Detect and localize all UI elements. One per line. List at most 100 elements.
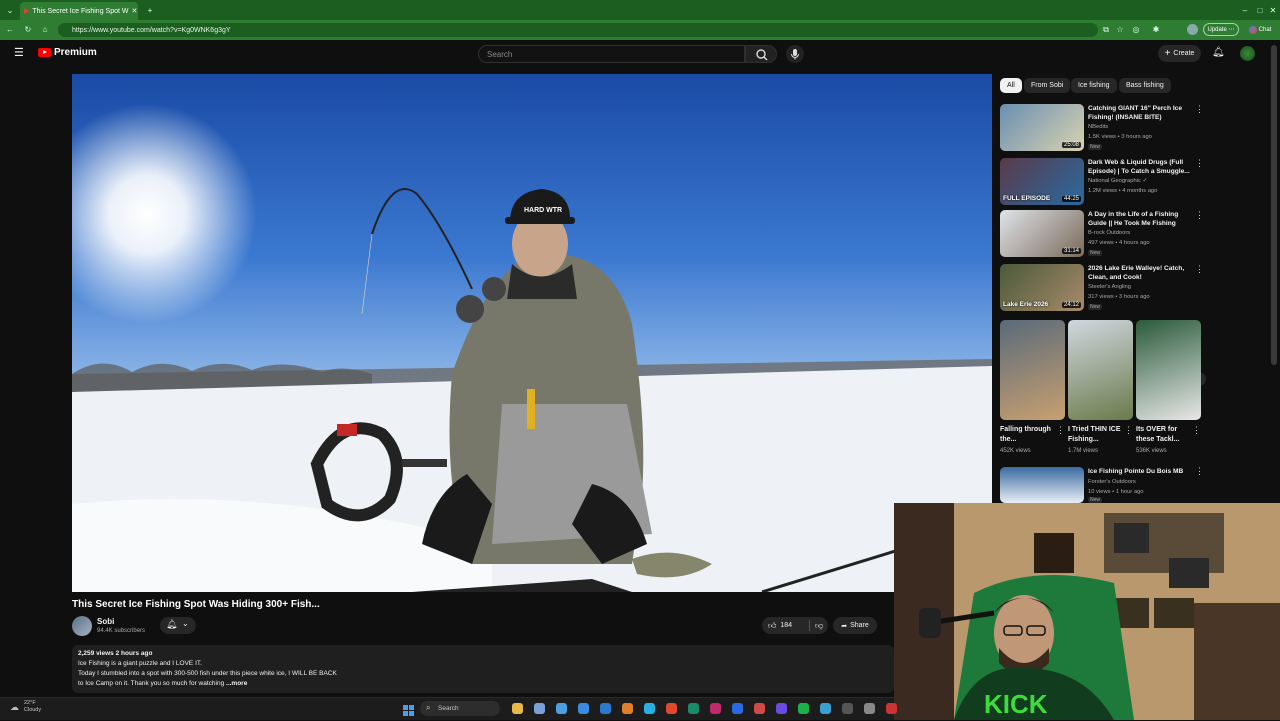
taskbar-app-icon[interactable]	[578, 703, 589, 714]
rec-title[interactable]: A Day in the Life of a Fishing Guide || …	[1088, 210, 1192, 228]
rec-channel[interactable]: NBedits	[1088, 123, 1108, 131]
taskbar-app-icon[interactable]	[534, 703, 545, 714]
rec-thumbnail[interactable]: 31:14	[1000, 210, 1084, 257]
taskbar-app-icon[interactable]	[842, 703, 853, 714]
taskbar-app-icon[interactable]	[666, 703, 677, 714]
last-rec-thumbnail[interactable]	[1000, 467, 1084, 503]
more-options-icon[interactable]: ⋮	[1195, 104, 1204, 115]
account-avatar[interactable]	[1240, 46, 1255, 61]
description-box[interactable]: 2,259 views 2 hours ago Ice Fishing is a…	[72, 645, 894, 693]
taskbar-app-icon[interactable]	[710, 703, 721, 714]
short-title[interactable]: Falling through the...	[1000, 425, 1056, 445]
rec-duration: 31:14	[1061, 248, 1081, 254]
channel-avatar[interactable]	[72, 616, 92, 636]
extension-icon[interactable]: ◎	[1130, 23, 1142, 36]
rec-title[interactable]: Catching GIANT 16" Perch Ice Fishing! (I…	[1088, 104, 1192, 122]
taskbar-app-icon[interactable]	[732, 703, 743, 714]
back-arrow-icon[interactable]: ←	[4, 23, 16, 36]
search-icon	[756, 49, 768, 61]
taskbar-app-icon[interactable]	[798, 703, 809, 714]
chip-all[interactable]: All	[1000, 78, 1022, 93]
short-thumbnail[interactable]	[1136, 320, 1201, 420]
rec-thumbnail[interactable]: 25:08	[1000, 104, 1084, 151]
bookmark-star-icon[interactable]: ☆	[1114, 23, 1126, 36]
rec-title[interactable]: 2026 Lake Erie Walleye! Catch, Clean, an…	[1088, 264, 1192, 282]
short-title[interactable]: I Tried THIN ICE Fishing...	[1068, 425, 1124, 445]
taskbar-app-icon[interactable]	[622, 703, 633, 714]
microphone	[919, 608, 941, 638]
minimize-icon[interactable]: –	[1238, 3, 1252, 17]
maximize-icon[interactable]: □	[1254, 3, 1266, 17]
puzzle-icon[interactable]: ✱	[1150, 23, 1162, 36]
more-options-icon[interactable]: ⋮	[1056, 425, 1065, 436]
short-thumbnail[interactable]	[1068, 320, 1133, 420]
chip-ice-fishing[interactable]: Ice fishing	[1071, 78, 1117, 93]
rec-thumbnail[interactable]: FULL EPISODE 44:25	[1000, 158, 1084, 205]
taskbar-app-icon[interactable]	[644, 703, 655, 714]
more-options-icon[interactable]: ⋮	[1195, 466, 1204, 477]
chat-button[interactable]: Chat	[1244, 23, 1276, 36]
channel-name[interactable]: Sobi	[97, 617, 114, 626]
webcam-overlay: KICK	[894, 503, 1280, 720]
extensions-icon[interactable]: ⧉	[1100, 23, 1112, 36]
reload-icon[interactable]: ↻	[22, 23, 34, 36]
weather-widget[interactable]: 22°F Cloudy	[24, 700, 41, 714]
taskbar-app-icon[interactable]	[886, 703, 897, 714]
rec-new-badge: New	[1088, 304, 1103, 310]
hamburger-menu-icon[interactable]: ☰	[14, 48, 26, 59]
last-rec-channel[interactable]: Forster's Outdoors	[1088, 478, 1136, 486]
windows-start-icon[interactable]	[403, 703, 414, 716]
rec-channel[interactable]: Steeler's Angling	[1088, 283, 1131, 291]
taskbar-app-icon[interactable]	[864, 703, 875, 714]
taskbar-search[interactable]: ⌕ Search	[420, 701, 500, 716]
more-options-icon[interactable]: ⋮	[1192, 425, 1201, 436]
home-icon[interactable]: ⌂	[39, 23, 51, 36]
video-player[interactable]: HARD WTR	[72, 74, 992, 592]
like-button[interactable]: 👍︎ 184 👎︎	[762, 617, 828, 634]
url-input[interactable]: https://www.youtube.com/watch?v=Kg0WNK6g…	[58, 23, 1098, 37]
browser-tab-active[interactable]: ▶ This Secret Ice Fishing Spot W ✕	[20, 2, 138, 20]
search-button[interactable]	[745, 45, 777, 63]
rec-channel[interactable]: B-rock Outdoors	[1088, 229, 1130, 237]
taskbar-app-icon[interactable]	[754, 703, 765, 714]
subscription-bell-button[interactable]: 🔔︎ ⌄	[160, 617, 196, 634]
youtube-logo[interactable]: Premium	[38, 47, 97, 58]
rec-channel[interactable]: National Geographic ✓	[1088, 177, 1147, 185]
tab-list-chevron-icon[interactable]: ⌄	[4, 4, 16, 16]
update-button[interactable]: Update ⋯	[1203, 23, 1239, 36]
more-options-icon[interactable]: ⋮	[1195, 264, 1204, 275]
thumbs-down-icon[interactable]: 👎︎	[810, 621, 828, 631]
short-thumbnail[interactable]	[1000, 320, 1065, 420]
subscriber-count: 94.4K subscribers	[97, 628, 146, 634]
fishing-rod	[371, 188, 473, 290]
weather-condition: Cloudy	[24, 707, 42, 713]
more-options-icon[interactable]: ⋮	[1195, 210, 1204, 221]
taskbar-app-icon[interactable]	[600, 703, 611, 714]
profile-avatar[interactable]	[1187, 24, 1198, 35]
new-tab-icon[interactable]: +	[144, 4, 156, 16]
taskbar-app-icon[interactable]	[512, 703, 523, 714]
taskbar-app-icon[interactable]	[688, 703, 699, 714]
short-title[interactable]: Its OVER for these Tackl...	[1136, 425, 1192, 445]
voice-search-button[interactable]	[786, 45, 804, 63]
sun-glare	[72, 104, 257, 324]
more-link[interactable]: ...more	[226, 680, 247, 687]
close-tab-icon[interactable]: ✕	[131, 7, 137, 15]
search-input[interactable]: Search	[478, 45, 745, 63]
chip-from-sobi[interactable]: From Sobi	[1024, 78, 1071, 93]
shirt-text: KICK	[984, 689, 1048, 719]
taskbar-app-icon[interactable]	[820, 703, 831, 714]
share-button[interactable]: ➦ Share	[833, 617, 877, 634]
create-button[interactable]: + Create	[1158, 45, 1201, 62]
more-options-icon[interactable]: ⋮	[1195, 158, 1204, 169]
close-window-icon[interactable]: ✕	[1267, 3, 1279, 17]
page-scrollbar[interactable]	[1271, 45, 1277, 365]
notifications-bell-icon[interactable]: 🔔︎	[1212, 47, 1225, 58]
last-rec-title[interactable]: Ice Fishing Pointe Du Bois MB	[1088, 467, 1192, 476]
chip-bass-fishing[interactable]: Bass fishing	[1119, 78, 1171, 93]
more-options-icon[interactable]: ⋮	[1124, 425, 1133, 436]
rec-thumbnail[interactable]: Lake Erie 2026 24:12	[1000, 264, 1084, 311]
taskbar-app-icon[interactable]	[776, 703, 787, 714]
rec-title[interactable]: Dark Web & Liquid Drugs (Full Episode) |…	[1088, 158, 1192, 176]
taskbar-app-icon[interactable]	[556, 703, 567, 714]
